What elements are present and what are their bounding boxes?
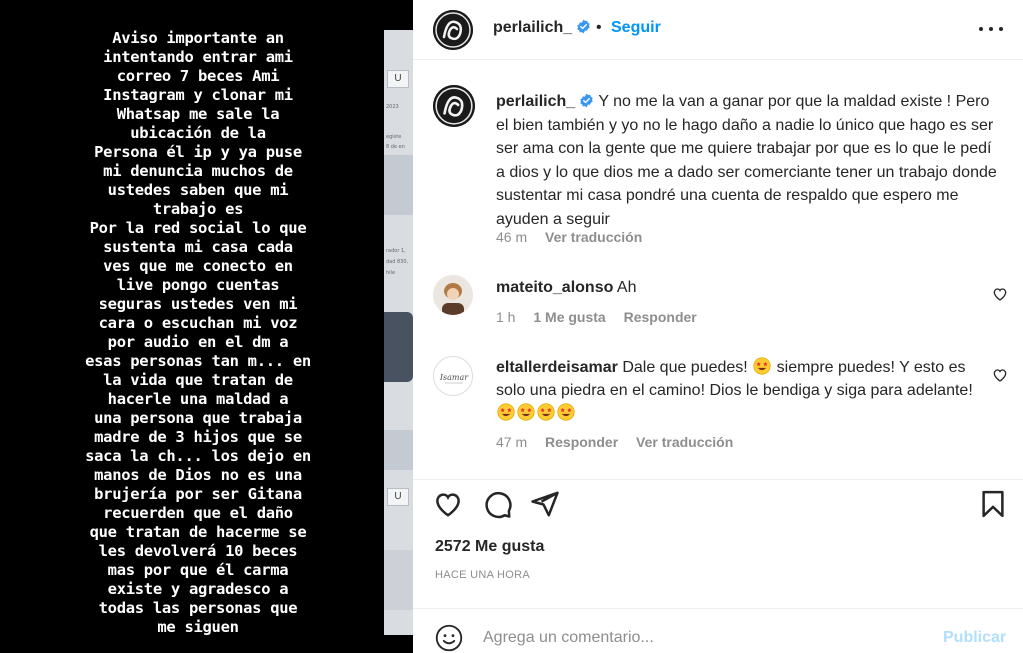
strip-text: hile bbox=[386, 270, 396, 276]
add-comment-bar: Publicar bbox=[413, 608, 1023, 653]
post-timestamp: HACE UNA HORA bbox=[435, 569, 530, 581]
story-line: brujería por ser Gitana bbox=[94, 485, 302, 503]
story-line: la vida que tratan de bbox=[103, 371, 293, 389]
story-line: esas personas tan m... en bbox=[85, 352, 311, 370]
comment-text: mateito_alonso Ah bbox=[496, 279, 637, 296]
comment-meta: 1 h 1 Me gusta Responder bbox=[496, 309, 711, 325]
story-line: existe y agradesco a bbox=[107, 580, 289, 598]
emoji-row bbox=[496, 403, 576, 422]
story-line: sustenta mi casa cada bbox=[103, 238, 293, 256]
share-icon[interactable] bbox=[530, 489, 560, 519]
strip-text: rador 1, bbox=[386, 248, 406, 254]
comment-like-heart-icon[interactable] bbox=[992, 286, 1008, 302]
comment-time[interactable]: 47 m bbox=[496, 434, 527, 450]
emoji-smile-icon[interactable] bbox=[435, 624, 463, 652]
verified-badge-icon bbox=[577, 19, 590, 34]
follow-button[interactable]: Seguir bbox=[611, 19, 661, 37]
story-line: saca la ch... los dejo en bbox=[85, 447, 311, 465]
story-line: Por la red social lo que bbox=[89, 219, 307, 237]
strip-tag-top: U bbox=[387, 70, 409, 88]
caption-time[interactable]: 46 m bbox=[496, 229, 527, 245]
comment-username[interactable]: eltallerdeisamar bbox=[496, 359, 618, 376]
story-line: madre de 3 hijos que se bbox=[94, 428, 302, 446]
story-line: Aviso importante an bbox=[112, 29, 284, 47]
story-line: Persona él ip y ya puse bbox=[94, 143, 302, 161]
star-struck-emoji bbox=[557, 403, 575, 421]
strip-text: 2023 bbox=[386, 104, 399, 110]
post-panel: perlailich_ • Seguir perlailich_ Y no me… bbox=[413, 0, 1023, 653]
avatar[interactable] bbox=[433, 275, 473, 315]
story-line: ustedes saben que mi bbox=[107, 181, 289, 199]
story-line: una persona que trabaja bbox=[94, 409, 302, 427]
story-line: mi denuncia muchos de bbox=[103, 162, 293, 180]
avatar[interactable] bbox=[433, 10, 473, 50]
comment-text: eltallerdeisamar Dale que puedes! siempr… bbox=[496, 356, 981, 425]
story-background-strip: U 2023 egiste 8 de en rador 1, dad 830, … bbox=[384, 30, 413, 635]
star-struck-emoji bbox=[497, 403, 515, 421]
heart-icon[interactable] bbox=[433, 489, 463, 519]
post-header: perlailich_ • Seguir bbox=[413, 0, 1023, 60]
strip-text: 8 de en bbox=[386, 144, 405, 150]
bookmark-icon[interactable] bbox=[978, 489, 1008, 519]
story-line: seguras ustedes ven mi bbox=[98, 295, 298, 313]
post-author-username[interactable]: perlailich_ bbox=[493, 19, 591, 37]
publish-button[interactable]: Publicar bbox=[943, 629, 1006, 647]
verified-badge-icon bbox=[580, 93, 593, 108]
star-struck-emoji bbox=[517, 403, 535, 421]
comment-username[interactable]: mateito_alonso bbox=[496, 279, 613, 296]
strip-text: egiste bbox=[386, 134, 402, 140]
story-line: cara o escuchan mi voz bbox=[98, 314, 298, 332]
story-line: les devolverá 10 beces bbox=[98, 542, 298, 560]
comments-section: perlailich_ Y no me la van a ganar por q… bbox=[413, 61, 1023, 479]
comment-like-heart-icon[interactable] bbox=[992, 367, 1008, 383]
caption-meta: 46 m Ver traducción bbox=[496, 229, 656, 245]
caption-text: Y no me la van a ganar por que la maldad… bbox=[496, 93, 997, 228]
reply-button[interactable]: Responder bbox=[545, 434, 618, 450]
story-line: live pongo cuentas bbox=[116, 276, 280, 294]
story-line: Whatsap me sale la bbox=[116, 105, 280, 123]
post-caption: perlailich_ Y no me la van a ganar por q… bbox=[496, 90, 1001, 231]
reply-button[interactable]: Responder bbox=[624, 309, 697, 325]
likes-count[interactable]: 2572 Me gusta bbox=[435, 538, 544, 556]
comment-likes-button[interactable]: 1 Me gusta bbox=[533, 309, 605, 325]
story-line: por audio en el dm a bbox=[107, 333, 289, 351]
star-struck-emoji bbox=[537, 403, 555, 421]
avatar[interactable] bbox=[433, 85, 475, 127]
star-struck-emoji bbox=[753, 357, 771, 375]
story-line: todas las personas que bbox=[98, 599, 298, 617]
story-line: intentando entrar ami bbox=[103, 48, 293, 66]
story-line: ubicación de la bbox=[130, 124, 266, 142]
caption-username[interactable]: perlailich_ bbox=[496, 93, 575, 110]
strip-text: dad 830, bbox=[386, 259, 409, 265]
comment-time[interactable]: 1 h bbox=[496, 309, 515, 325]
strip-tag-bottom: U bbox=[387, 488, 409, 506]
header-separator: • bbox=[596, 19, 602, 36]
story-line: trabajo es bbox=[152, 200, 244, 218]
translate-button[interactable]: Ver traducción bbox=[636, 434, 733, 450]
story-line: hacerle una maldad a bbox=[107, 390, 289, 408]
post-actions: 2572 Me gusta HACE UNA HORA bbox=[413, 479, 1023, 609]
story-line: Instagram y clonar mi bbox=[103, 86, 293, 104]
avatar-logo-text: Isamar bbox=[439, 373, 469, 382]
story-line: que tratan de hacerme se bbox=[89, 523, 307, 541]
story-line: me siguen bbox=[157, 618, 239, 636]
story-line: correo 7 beces Ami bbox=[116, 67, 280, 85]
story-line: recuerden que el daño bbox=[103, 504, 293, 522]
story-line: mas por que él carma bbox=[107, 561, 289, 579]
story-announcement-text: Aviso importante an intentando entrar ami… bbox=[12, 29, 384, 637]
story-line: ves que me conecto en bbox=[103, 257, 293, 275]
avatar[interactable]: Isamar bbox=[433, 356, 473, 396]
comment-input[interactable] bbox=[483, 626, 923, 650]
story-screenshot: U 2023 egiste 8 de en rador 1, dad 830, … bbox=[0, 0, 413, 653]
story-line: manos de Dios no es una bbox=[94, 466, 302, 484]
more-options-icon[interactable] bbox=[978, 18, 1004, 40]
translate-button[interactable]: Ver traducción bbox=[545, 229, 642, 245]
comment-icon[interactable] bbox=[483, 489, 513, 519]
comment-meta: 47 m Responder Ver traducción bbox=[496, 434, 747, 450]
